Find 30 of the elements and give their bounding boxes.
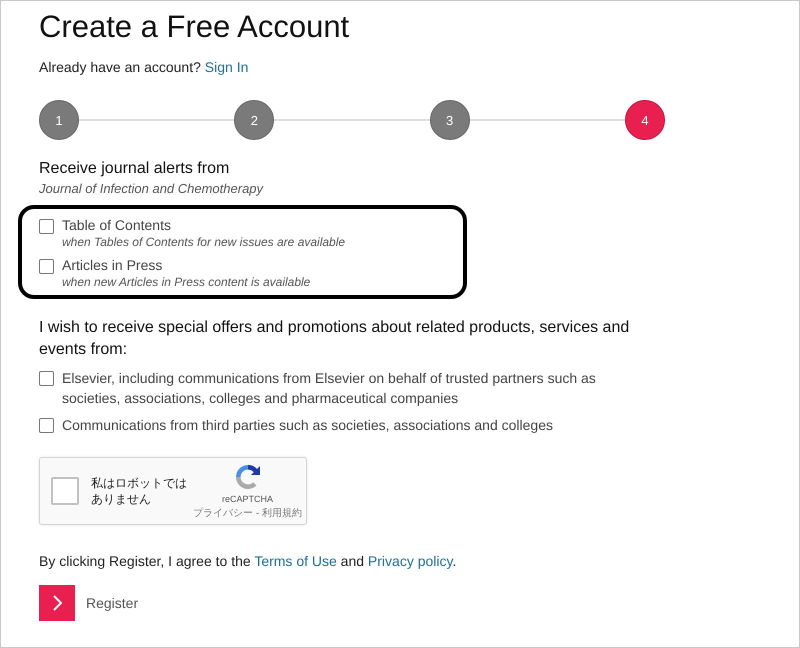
checkbox[interactable]	[39, 259, 54, 274]
register-button[interactable]	[39, 585, 75, 621]
section-heading: I wish to receive special offers and promotions about related products, services and events from:	[39, 318, 630, 360]
option-label: Table of Contents	[62, 217, 172, 233]
journal-name: Journal of Infection and Chemotherapy	[39, 181, 264, 196]
step-indicator: 1	[39, 100, 79, 140]
checkbox[interactable]	[39, 219, 54, 234]
captcha-label: 私はロボットではありません	[91, 475, 188, 507]
option-label: Articles in Press	[62, 257, 164, 273]
option-hint: when Tables of Contents for new issues are available	[62, 235, 346, 249]
checkbox[interactable]	[39, 418, 54, 433]
text-link[interactable]: Sign In	[204, 59, 248, 75]
sentence: Already have an account? Sign In	[39, 59, 250, 75]
sentence: By clicking Register, I agree to the Terms of Use and Privacy policy.	[39, 553, 458, 569]
step-indicator: 2	[234, 100, 274, 140]
step-indicator: 4	[624, 100, 665, 140]
option-label: Communications from third parties such as societies, associations and colleges	[62, 416, 554, 435]
register-label[interactable]: Register	[86, 595, 138, 611]
chevron-right-icon	[52, 595, 62, 611]
option-label: Elsevier, including communications from Elsevier on behalf of trusted partners such as societies, associations, colleges and pharmaceutical companies	[62, 369, 597, 408]
text-link[interactable]: Privacy policy	[368, 553, 452, 569]
section-heading: Receive journal alerts from	[39, 160, 230, 178]
captcha-brand: reCAPTCHA	[222, 494, 274, 504]
captcha-checkbox[interactable]	[51, 477, 79, 505]
text-link[interactable]: Terms of Use	[254, 553, 337, 569]
checkbox[interactable]	[39, 371, 54, 386]
option-hint: when new Articles in Press content is available	[62, 275, 310, 289]
captcha-links[interactable]: プライバシー - 利用規約	[193, 506, 302, 520]
step-indicator: 3	[430, 100, 470, 140]
page-title: Create a Free Account	[39, 8, 350, 46]
